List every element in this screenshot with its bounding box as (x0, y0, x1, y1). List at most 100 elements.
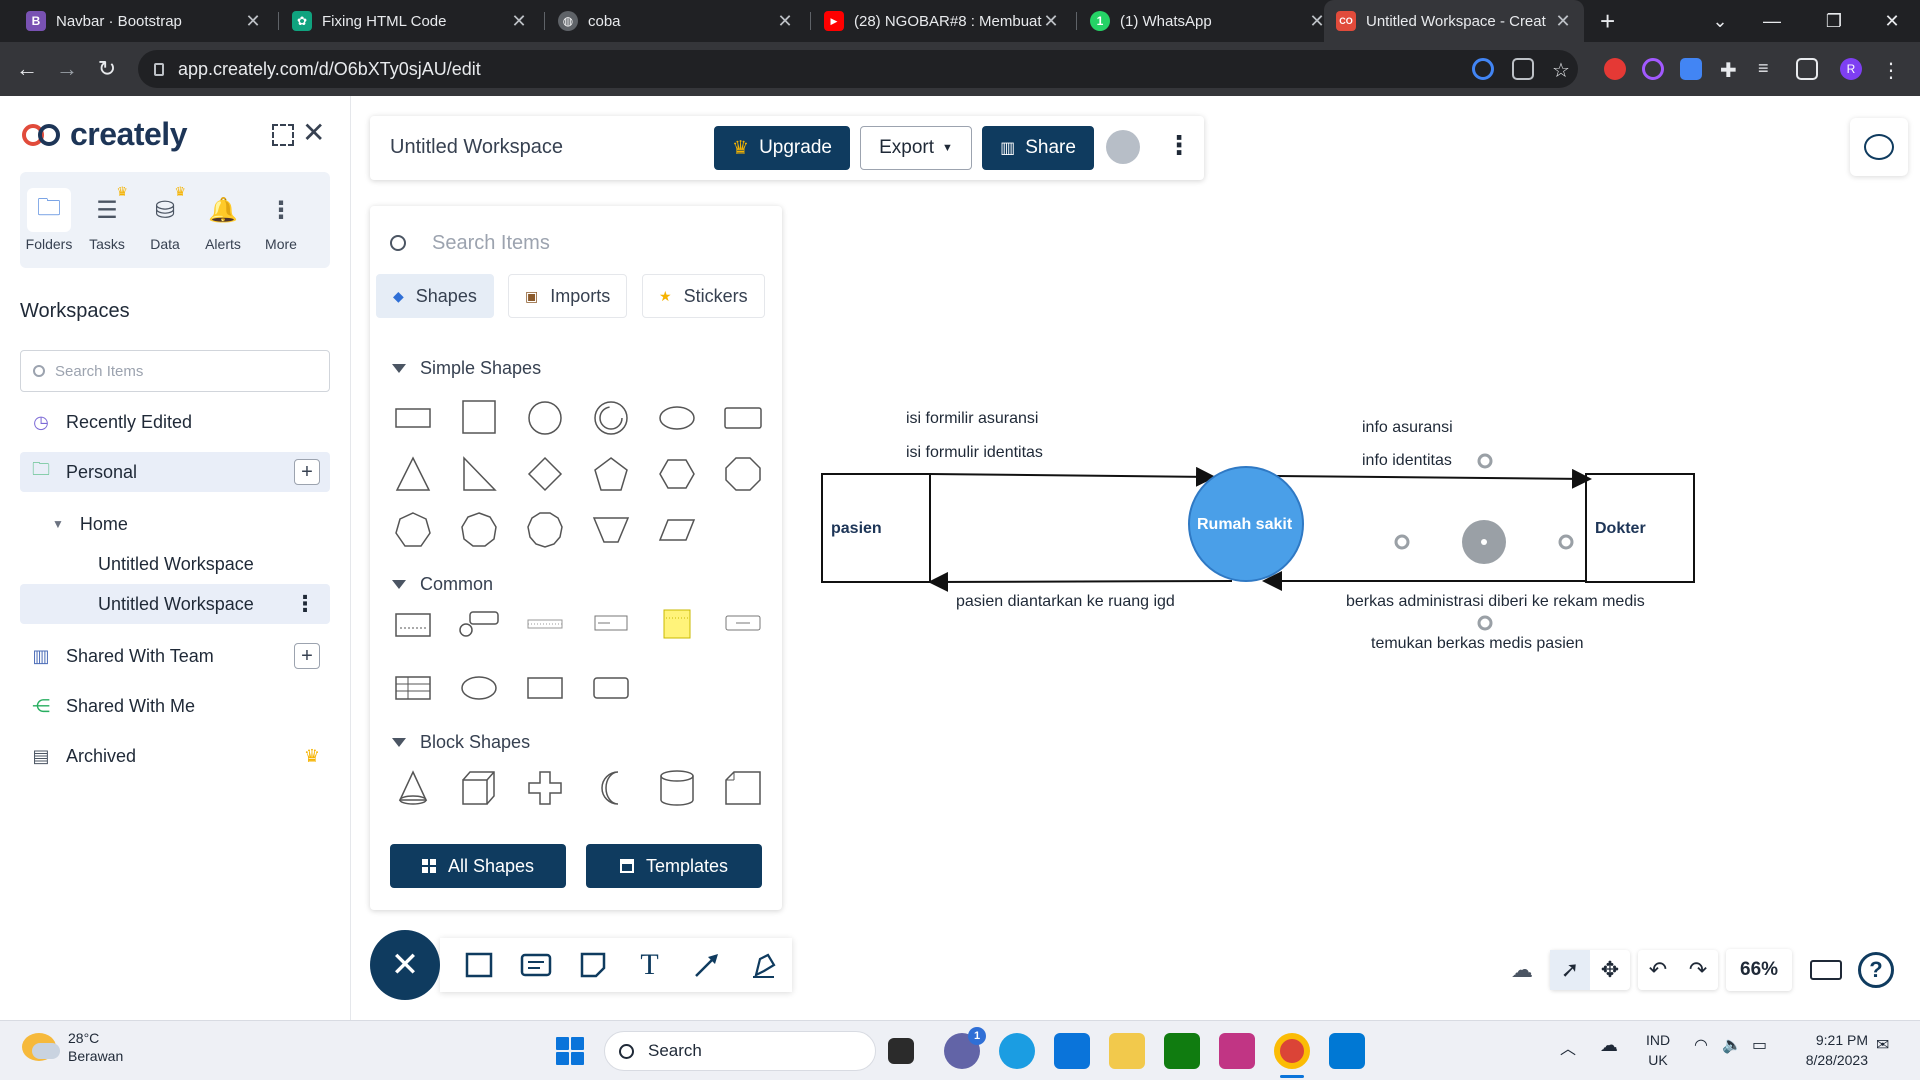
forward-icon[interactable]: → (54, 56, 80, 82)
side-panel-icon[interactable] (1796, 58, 1818, 80)
shape-ruler[interactable] (520, 602, 570, 646)
battery-icon[interactable]: ▭ (1752, 1035, 1767, 1055)
shape-right-triangle[interactable] (454, 452, 504, 496)
shape-box[interactable] (520, 666, 570, 710)
browser-tab[interactable]: 1 (1) WhatsApp ✕ (1078, 0, 1338, 42)
file-explorer-icon[interactable] (1109, 1033, 1145, 1069)
select-pointer-icon[interactable]: ➚ (1550, 950, 1590, 990)
help-icon[interactable]: ? (1856, 950, 1896, 990)
shape-trapezoid[interactable] (586, 508, 636, 552)
nav-shared-with-team[interactable]: ▥ Shared With Team + (20, 636, 330, 676)
shape-octagon[interactable] (718, 452, 768, 496)
reload-icon[interactable]: ↻ (94, 56, 120, 82)
caret-down-icon[interactable]: ▼ (52, 517, 64, 531)
flow-label[interactable]: info identitas (1362, 452, 1452, 470)
back-icon[interactable]: ← (14, 56, 40, 82)
keyboard-shortcuts-icon[interactable] (1806, 950, 1846, 990)
translate-icon[interactable] (1680, 58, 1702, 80)
flow-label[interactable]: isi formulir identitas (906, 444, 1043, 462)
nav-home[interactable]: ▼ Home (20, 504, 330, 544)
task-view-icon[interactable] (888, 1038, 914, 1064)
nav-archived[interactable]: ▤ Archived ♛ (20, 736, 330, 776)
shape-callout[interactable] (454, 602, 504, 646)
shape-cylinder[interactable] (652, 766, 702, 810)
shape-cube[interactable] (454, 766, 504, 810)
rail-tasks[interactable]: ☰ ♛ Tasks (78, 172, 136, 268)
flow-label[interactable]: temukan berkas medis pasien (1371, 635, 1584, 653)
new-tab-button[interactable]: + (1600, 6, 1615, 37)
vscode-icon[interactable] (1329, 1033, 1365, 1069)
add-folder-button[interactable]: + (294, 459, 320, 485)
xbox-icon[interactable] (1164, 1033, 1200, 1069)
undo-icon[interactable]: ↶ (1638, 950, 1678, 990)
weather-widget[interactable]: 28°C Berawan (22, 1029, 123, 1065)
shape-triangle[interactable] (388, 452, 438, 496)
nav-workspace-item-active[interactable]: Untitled Workspace ⋮ (20, 584, 330, 624)
microsoft-store-icon[interactable] (1054, 1033, 1090, 1069)
tab-shapes[interactable]: ◆ Shapes (376, 274, 494, 318)
flow-label[interactable]: info asuransi (1362, 419, 1453, 437)
rectangle-tool[interactable] (450, 938, 507, 992)
restore-button[interactable]: ❐ (1804, 0, 1864, 42)
tab-close-icon[interactable]: ✕ (244, 11, 262, 32)
shape-nonagon[interactable] (454, 508, 504, 552)
nav-recently-edited[interactable]: ◷ Recently Edited (20, 402, 330, 442)
shape-rounded-rectangle[interactable] (718, 396, 768, 440)
browser-tab[interactable]: ◍ coba ✕ (546, 0, 806, 42)
expand-icon[interactable] (272, 124, 294, 146)
rail-more[interactable]: ⋮ More (252, 172, 310, 268)
flow-label[interactable]: berkas administrasi diberi ke rekam medi… (1346, 593, 1645, 611)
extensions-puzzle-icon[interactable]: ✚ (1720, 58, 1742, 82)
close-icon[interactable]: ✕ (302, 116, 325, 149)
connector-tool[interactable] (678, 938, 735, 992)
bookmark-star-icon[interactable]: ☆ (1552, 58, 1574, 82)
media-queue-icon[interactable]: ≡ (1758, 58, 1780, 80)
textbox-tool[interactable] (507, 938, 564, 992)
pan-move-icon[interactable]: ✥ (1590, 950, 1630, 990)
redo-icon[interactable]: ↷ (1678, 950, 1718, 990)
section-common[interactable]: Common (392, 574, 493, 595)
notifications-icon[interactable]: ✉ (1876, 1035, 1889, 1055)
instagram-icon[interactable] (1219, 1033, 1255, 1069)
tab-close-icon[interactable]: ✕ (510, 11, 528, 32)
system-clock[interactable]: 9:21 PM 8/28/2023 (1790, 1030, 1868, 1070)
pen-tool[interactable] (735, 938, 792, 992)
tab-close-icon[interactable]: ✕ (776, 11, 794, 32)
flow-label[interactable]: isi formilir asuransi (906, 410, 1038, 428)
section-block-shapes[interactable]: Block Shapes (392, 732, 530, 753)
extension-color-icon[interactable] (1642, 58, 1664, 80)
tab-stickers[interactable]: ★ Stickers (642, 274, 765, 318)
close-window-button[interactable]: ✕ (1862, 0, 1920, 42)
more-options-icon[interactable]: ⋮ (1166, 130, 1192, 161)
address-bar[interactable]: app.creately.com/d/O6bXTy0sjAU/edit (138, 50, 1578, 88)
zoom-level[interactable]: 66% (1726, 949, 1793, 991)
text-tool[interactable]: T (621, 938, 678, 992)
tab-search-icon[interactable]: ⌄ (1690, 0, 1750, 42)
shape-circle[interactable] (520, 396, 570, 440)
profile-avatar[interactable]: R (1840, 58, 1862, 80)
section-simple-shapes[interactable]: Simple Shapes (392, 358, 541, 379)
chrome-icon[interactable] (1274, 1033, 1310, 1069)
shape-heptagon[interactable] (388, 508, 438, 552)
windows-start-icon[interactable] (556, 1037, 584, 1065)
shape-cross[interactable] (520, 766, 570, 810)
shape-moon[interactable] (586, 766, 636, 810)
chrome-menu-icon[interactable]: ⋮ (1880, 58, 1902, 82)
shape-cone[interactable] (388, 766, 438, 810)
all-shapes-button[interactable]: All Shapes (390, 844, 566, 888)
document-title[interactable]: Untitled Workspace (390, 136, 563, 159)
shape-table[interactable] (388, 666, 438, 710)
nav-shared-with-me[interactable]: ⋲ Shared With Me (20, 686, 330, 726)
more-options-icon[interactable]: ⋮ (294, 591, 316, 617)
browser-tab[interactable]: B Navbar · Bootstrap ✕ (14, 0, 274, 42)
shape-oval[interactable] (454, 666, 504, 710)
upgrade-button[interactable]: ♛ Upgrade (714, 126, 850, 170)
tab-imports[interactable]: ▣ Imports (508, 274, 628, 318)
shape-text-field[interactable] (718, 602, 768, 646)
tab-close-icon[interactable]: ✕ (1554, 11, 1572, 32)
show-hidden-icons[interactable]: ︿ (1560, 1035, 1576, 1059)
share-button[interactable]: ▥ Share (982, 126, 1094, 170)
volume-icon[interactable]: 🔈 (1722, 1035, 1742, 1055)
shape-pentagon[interactable] (586, 452, 636, 496)
extension-red-icon[interactable] (1604, 58, 1626, 80)
